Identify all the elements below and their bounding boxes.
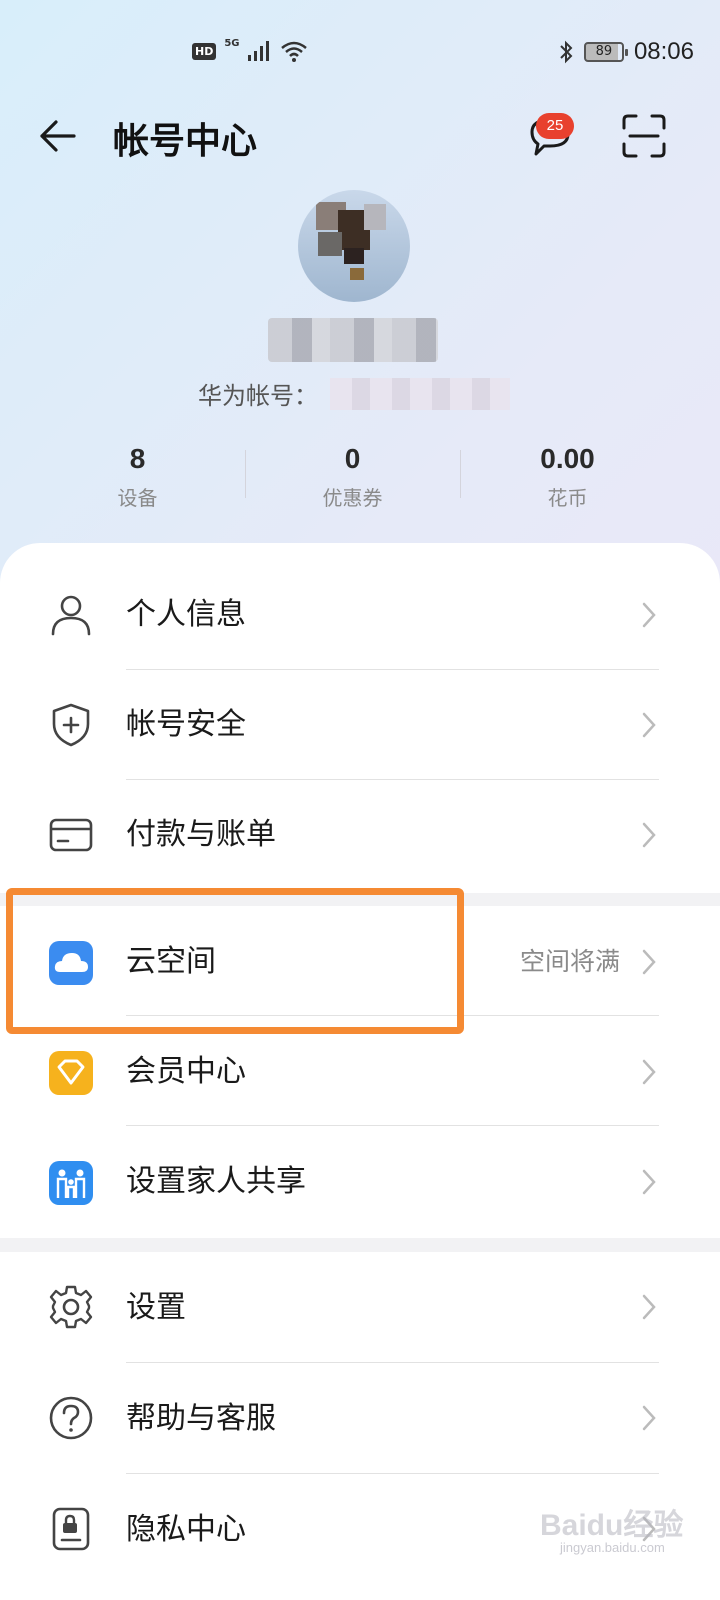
menu-label: 帐号安全 (126, 707, 246, 742)
account-label: 华为帐号： (198, 382, 318, 410)
stat-value: 0.00 (540, 443, 595, 474)
shield-plus-icon (52, 703, 90, 747)
clock: 08:06 (633, 38, 694, 65)
chevron-right-icon (642, 1169, 656, 1195)
chevron-right-icon (642, 1294, 656, 1320)
menu-label: 设置 (126, 1290, 186, 1325)
status-left: HD 5G (192, 37, 308, 62)
menu-label: 隐私中心 (126, 1512, 246, 1547)
menu-label: 设置家人共享 (126, 1164, 306, 1199)
cloud-space-status: 空间将满 (519, 947, 620, 976)
section-gap (0, 1238, 720, 1252)
menu-item-personal-info[interactable]: 个人信息 (0, 560, 720, 670)
stat-label: 优惠券 (322, 486, 383, 510)
highlight-annotation (6, 888, 464, 1034)
wifi-icon (280, 41, 307, 62)
username-redacted (268, 318, 438, 362)
person-icon (51, 595, 91, 636)
back-button[interactable] (36, 114, 80, 158)
chevron-right-icon (642, 712, 656, 738)
menu-item-account-security[interactable]: 帐号安全 (0, 670, 720, 780)
stat-value: 0 (344, 443, 361, 474)
chevron-right-icon (642, 822, 656, 848)
avatar-pixel (318, 232, 342, 256)
avatar-pixel (344, 248, 364, 264)
stat-label: 花币 (547, 486, 588, 510)
avatar-pixel (364, 204, 386, 230)
back-arrow-icon (40, 120, 76, 152)
status-bar: HD 5G 89 08:06 (0, 0, 720, 100)
watermark-url: jingyan.baidu.com (560, 1540, 665, 1555)
network-type: 5G (224, 37, 240, 49)
menu-label: 付款与账单 (126, 817, 276, 852)
card-icon (49, 818, 93, 852)
chevron-right-icon (642, 1059, 656, 1085)
stats-row: 8 设备 0 优惠券 0.00 花币 (30, 440, 675, 520)
family-icon (49, 1161, 93, 1205)
gear-icon (49, 1285, 93, 1329)
avatar[interactable] (298, 190, 410, 302)
account-id-row: 华为帐号： (198, 376, 510, 411)
menu-label: 帮助与客服 (126, 1401, 276, 1436)
avatar-pixel (350, 268, 364, 280)
chevron-right-icon (642, 1405, 656, 1431)
member-diamond-icon (49, 1051, 93, 1095)
menu-item-payment-billing[interactable]: 付款与账单 (0, 780, 720, 890)
watermark: Baidu经验 (540, 1509, 684, 1542)
hd-indicator: HD (192, 42, 217, 60)
account-id-redacted (330, 377, 510, 410)
bluetooth-icon (560, 40, 573, 64)
stat-label: 设备 (117, 486, 158, 510)
status-right: 89 08:06 (558, 38, 694, 66)
scan-icon (622, 114, 666, 158)
stat-devices[interactable]: 8 设备 (30, 440, 245, 520)
chevron-right-icon (642, 949, 656, 975)
stat-value: 8 (129, 443, 146, 474)
stat-coins[interactable]: 0.00 花币 (460, 440, 675, 520)
menu-item-family-sharing[interactable]: 设置家人共享 (0, 1126, 720, 1236)
account-card: 个人信息 帐号安全 付款与账单 (0, 543, 720, 893)
message-count-badge: 25 (536, 113, 574, 139)
page-title: 帐号中心 (113, 121, 258, 162)
chevron-right-icon (642, 602, 656, 628)
menu-label: 会员中心 (126, 1054, 246, 1089)
scan-button[interactable] (620, 112, 668, 160)
signal-icon (247, 41, 269, 61)
menu-item-help-service[interactable]: 帮助与客服 (0, 1363, 720, 1474)
menu-item-settings[interactable]: 设置 (0, 1252, 720, 1363)
help-icon (49, 1396, 93, 1440)
menu-label: 个人信息 (126, 597, 246, 632)
battery-indicator: 89 (583, 42, 628, 62)
privacy-icon (52, 1507, 90, 1551)
stat-coupons[interactable]: 0 优惠券 (245, 440, 460, 520)
